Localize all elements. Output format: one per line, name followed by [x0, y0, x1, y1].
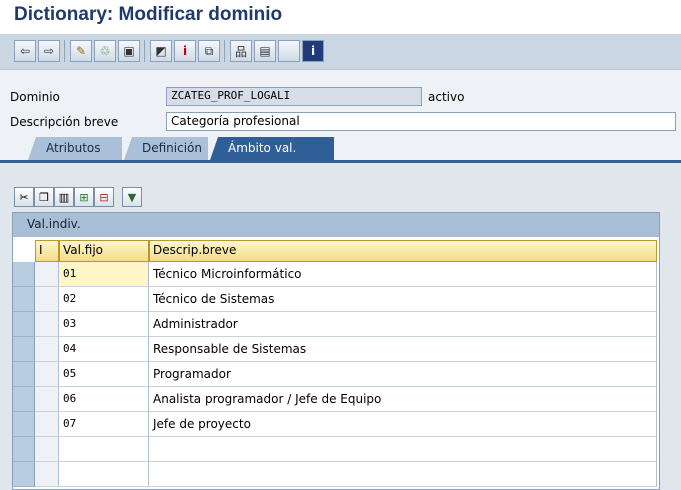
display-change-icon[interactable]: ✎ [70, 40, 92, 62]
table-row[interactable]: 02 Técnico de Sistemas [13, 287, 659, 312]
row-selector[interactable] [13, 312, 35, 337]
row-checkbox-cell[interactable] [35, 362, 59, 387]
forward-arrow-icon[interactable]: ⇨ [38, 40, 60, 62]
object-list-icon[interactable]: ▣ [118, 40, 140, 62]
blank-icon[interactable] [278, 40, 300, 62]
descrip-breve-cell[interactable]: Jefe de proyecto [149, 412, 657, 437]
copy-icon[interactable]: ❐ [34, 187, 54, 207]
tab-ambito-val[interactable]: Ámbito val. [210, 137, 334, 160]
help-info-icon[interactable]: i [302, 40, 324, 62]
row-checkbox-cell[interactable] [35, 387, 59, 412]
descrip-breve-cell[interactable]: Técnico Microinformático [149, 262, 657, 287]
toolbar-separator [224, 40, 225, 62]
table-row[interactable]: 05 Programador [13, 362, 659, 387]
descrip-breve-cell[interactable]: Administrador [149, 312, 657, 337]
descrip-breve-cell[interactable] [149, 462, 657, 487]
tab-strip: Atributos Definición Ámbito val. [0, 134, 681, 160]
column-header-i[interactable]: I [35, 240, 59, 262]
val-fijo-cell[interactable]: 03 [59, 312, 149, 337]
tab-definicion[interactable]: Definición [124, 137, 208, 160]
insert-row-icon[interactable]: ⊞ [74, 187, 94, 207]
descrip-breve-cell[interactable]: Responsable de Sistemas [149, 337, 657, 362]
row-selector[interactable] [13, 412, 35, 437]
val-fijo-cell[interactable]: 05 [59, 362, 149, 387]
column-header-val-fijo[interactable]: Val.fijo [59, 240, 149, 262]
row-selector[interactable] [13, 262, 35, 287]
row-checkbox-cell[interactable] [35, 287, 59, 312]
activate-icon[interactable]: ♲ [94, 40, 116, 62]
descrip-breve-cell[interactable] [149, 437, 657, 462]
val-fijo-cell[interactable]: 02 [59, 287, 149, 312]
row-selector[interactable] [13, 287, 35, 312]
row-selector[interactable] [13, 387, 35, 412]
tab-atributos[interactable]: Atributos [28, 137, 122, 160]
table-row[interactable]: 04 Responsable de Sistemas [13, 337, 659, 362]
toolbar-separator [64, 40, 65, 62]
val-fijo-cell[interactable]: 04 [59, 337, 149, 362]
row-checkbox-cell[interactable] [35, 462, 59, 487]
values-table: Val.indiv. I Val.fijo Descrip.breve 01 Té… [12, 212, 660, 490]
dominio-field[interactable]: ZCATEG_PROF_LOGALI [166, 87, 422, 106]
cut-icon[interactable]: ✂ [14, 187, 34, 207]
column-header-descrip-breve[interactable]: Descrip.breve [149, 240, 657, 262]
descrip-breve-cell[interactable]: Programador [149, 362, 657, 387]
descrip-breve-cell[interactable]: Técnico de Sistemas [149, 287, 657, 312]
row-selector[interactable] [13, 362, 35, 387]
delete-row-icon[interactable]: ⊟ [94, 187, 114, 207]
table-row[interactable] [13, 437, 659, 462]
row-checkbox-cell[interactable] [35, 262, 59, 287]
row-selector[interactable] [13, 437, 35, 462]
row-checkbox-cell[interactable] [35, 437, 59, 462]
paste-icon[interactable]: ▥ [54, 187, 74, 207]
table-row[interactable]: 01 Técnico Microinformático [13, 262, 659, 287]
info-icon[interactable]: i [174, 40, 196, 62]
row-selector[interactable] [13, 337, 35, 362]
toolbar-separator [144, 40, 145, 62]
dominio-label: Dominio [10, 90, 60, 104]
other-object-icon[interactable]: ◩ [150, 40, 172, 62]
status-label: activo [428, 90, 465, 104]
table-title: Val.indiv. [13, 213, 659, 237]
val-fijo-cell[interactable]: 07 [59, 412, 149, 437]
row-checkbox-cell[interactable] [35, 312, 59, 337]
descrip-breve-cell[interactable]: Analista programador / Jefe de Equipo [149, 387, 657, 412]
hierarchy-icon[interactable]: ⧉ [198, 40, 220, 62]
row-selector[interactable] [13, 462, 35, 487]
print-icon[interactable]: ▤ [254, 40, 276, 62]
table-row[interactable]: 03 Administrador [13, 312, 659, 337]
descripcion-label: Descripción breve [10, 115, 119, 129]
application-toolbar: ⇦ ⇨ ✎ ♲ ▣ ◩ i ⧉ 品 ▤ i [0, 34, 681, 70]
table-row[interactable]: 06 Analista programador / Jefe de Equipo [13, 387, 659, 412]
title-bar: Dictionary: Modificar dominio [0, 0, 681, 34]
table-row[interactable]: 07 Jefe de proyecto [13, 412, 659, 437]
filter-icon[interactable]: ▼ [122, 187, 142, 207]
row-checkbox-cell[interactable] [35, 337, 59, 362]
table-header: I Val.fijo Descrip.breve [13, 240, 659, 262]
back-arrow-icon[interactable]: ⇦ [14, 40, 36, 62]
table-row[interactable] [13, 462, 659, 487]
where-used-icon[interactable]: 品 [230, 40, 252, 62]
header-fields: Dominio ZCATEG_PROF_LOGALI activo Descri… [0, 70, 681, 134]
val-fijo-cell[interactable] [59, 462, 149, 487]
window-title: Dictionary: Modificar dominio [14, 4, 283, 25]
val-fijo-cell[interactable]: 01 [59, 262, 149, 287]
val-fijo-cell[interactable]: 06 [59, 387, 149, 412]
descripcion-field[interactable]: Categoría profesional [166, 112, 676, 131]
val-fijo-cell[interactable] [59, 437, 149, 462]
row-checkbox-cell[interactable] [35, 412, 59, 437]
